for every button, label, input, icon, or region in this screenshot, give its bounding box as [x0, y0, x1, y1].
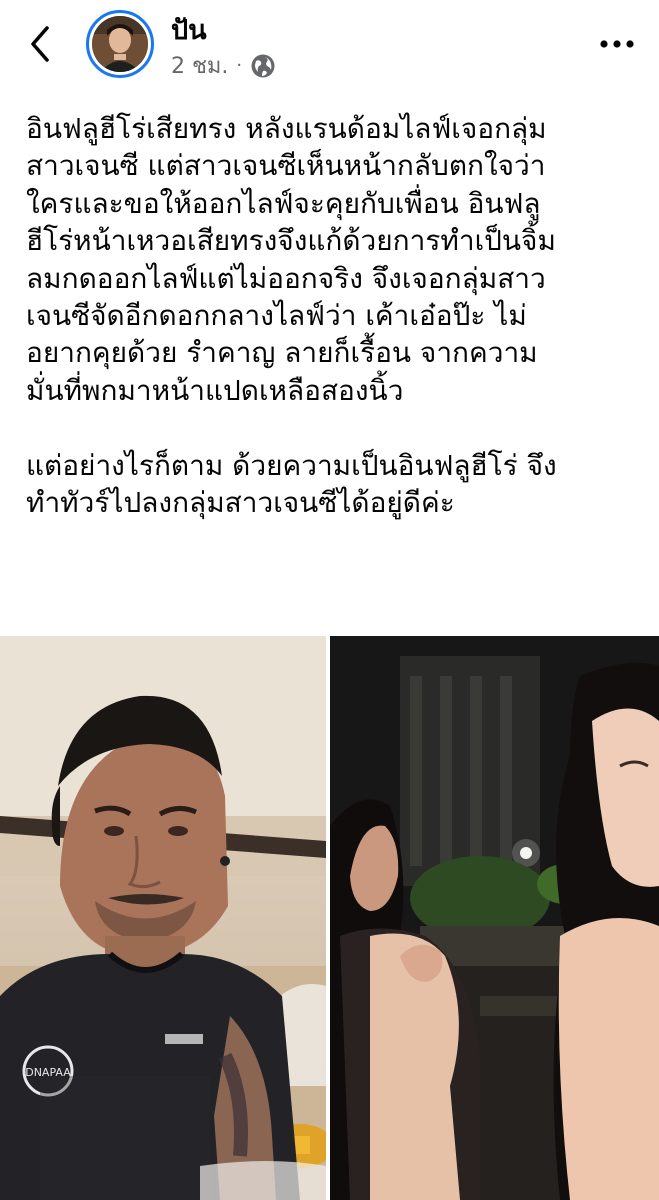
post-header: ปัน 2 ชม. ·	[0, 0, 659, 90]
post-text: อินฟลูฮีโร่เสียทรง หลังแรนด้อมไลฟ์เจอกลุ…	[26, 112, 557, 520]
man-photo: DNAPAA	[0, 636, 326, 1200]
post-meta: 2 ชม. ·	[171, 48, 276, 83]
post-media[interactable]: DNAPAA	[0, 636, 659, 1200]
avatar-image	[92, 16, 148, 72]
author-name[interactable]: ปัน	[171, 8, 207, 51]
meta-separator: ·	[236, 55, 243, 76]
post-time[interactable]: 2 ชม.	[171, 48, 228, 83]
back-button[interactable]	[22, 22, 58, 66]
globe-icon	[251, 54, 275, 77]
more-options-button[interactable]	[597, 26, 637, 62]
night-photo	[330, 636, 659, 1200]
live-screenshot-right	[330, 636, 659, 1200]
avatar[interactable]	[86, 10, 154, 78]
chevron-left-icon	[31, 26, 49, 62]
more-horizontal-icon	[600, 40, 634, 48]
live-screenshot-left: DNAPAA	[0, 636, 326, 1200]
